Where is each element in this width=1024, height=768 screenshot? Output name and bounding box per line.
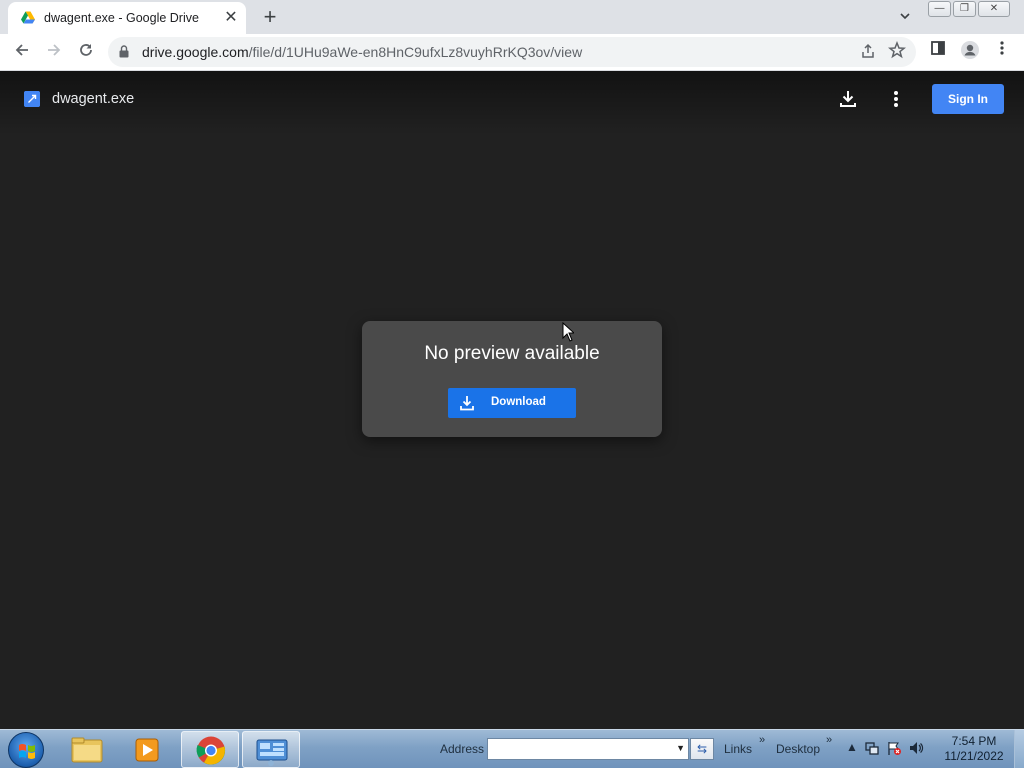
side-panel-icon[interactable] [926, 40, 950, 64]
minimize-button[interactable]: — [928, 1, 951, 17]
url-text: drive.google.com/file/d/1UHu9aWe-en8HnC9… [142, 44, 582, 60]
chrome-icon [196, 736, 226, 765]
volume-icon[interactable] [908, 740, 924, 756]
taskbar-address-label: Address [440, 742, 485, 756]
file-name: dwagent.exe [52, 91, 135, 107]
mouse-cursor-icon [562, 322, 574, 342]
download-icon [460, 396, 474, 411]
back-arrow-icon [15, 44, 28, 56]
new-tab-button[interactable]: + [258, 5, 282, 29]
address-bar[interactable]: drive.google.com/file/d/1UHu9aWe-en8HnC9… [108, 37, 916, 67]
action-center-flag-icon[interactable] [886, 740, 902, 756]
taskbar-address-input[interactable]: ▼ [487, 738, 689, 760]
bookmark-star-icon[interactable] [888, 41, 906, 59]
close-window-button[interactable]: ✕ [978, 1, 1010, 17]
show-hidden-icons-icon[interactable]: ▲ [846, 740, 858, 756]
tab-close-icon[interactable]: ✕ [222, 9, 240, 27]
no-preview-card: No preview available Download [362, 321, 662, 437]
control-panel-icon [256, 739, 288, 766]
reload-icon [80, 44, 92, 56]
network-icon[interactable] [864, 740, 880, 756]
start-button[interactable] [8, 732, 44, 768]
restore-button[interactable]: ❐ [953, 1, 976, 17]
clock-date: 11/21/2022 [944, 749, 1004, 763]
download-label: Download [491, 396, 546, 408]
back-button[interactable] [9, 39, 35, 65]
download-icon[interactable] [836, 87, 860, 111]
taskbar-clock[interactable]: 7:54 PM 11/21/2022 [940, 734, 1008, 764]
url-host: drive.google.com [142, 44, 249, 60]
tab-strip: dwagent.exe - Google Drive ✕ + — ❐ ✕ [0, 0, 1024, 34]
forward-arrow-icon [48, 44, 61, 56]
tab-search-chevron-icon[interactable] [894, 6, 916, 28]
windows-logo-icon [19, 744, 35, 759]
taskbar-media-player[interactable] [118, 731, 176, 768]
window-controls: — ❐ ✕ [928, 1, 1010, 17]
desktop-chevron-icon[interactable]: » [826, 734, 832, 746]
taskbar-explorer[interactable] [58, 731, 116, 768]
profile-avatar-icon[interactable] [958, 40, 982, 64]
browser-menu-icon[interactable] [990, 40, 1014, 64]
media-player-icon [135, 738, 159, 762]
drive-file-viewer: dwagent.exe Sign In No preview available… [0, 71, 1024, 729]
dropdown-arrow-icon[interactable]: ▼ [676, 743, 685, 753]
no-preview-message: No preview available [424, 343, 600, 364]
clock-time: 7:54 PM [951, 734, 997, 748]
browser-toolbar: drive.google.com/file/d/1UHu9aWe-en8HnC9… [0, 34, 1024, 71]
viewer-header: dwagent.exe Sign In [0, 71, 1024, 135]
taskbar-chrome[interactable] [181, 731, 239, 768]
windows-taskbar: Address ▼ ⇆ Links » Desktop » ▲ 7:54 PM … [0, 729, 1024, 768]
more-options-icon[interactable] [884, 87, 908, 111]
lock-icon [119, 45, 129, 58]
forward-button[interactable] [41, 39, 67, 65]
url-path: /file/d/1UHu9aWe-en8HnC9ufxLz8vuyhRrKQ3o… [248, 44, 583, 60]
system-tray: ▲ [846, 740, 924, 756]
share-icon[interactable] [860, 43, 876, 59]
taskbar-desktop-toolbar[interactable]: Desktop [776, 742, 820, 756]
browser-tab[interactable]: dwagent.exe - Google Drive ✕ [8, 2, 246, 34]
google-drive-icon [21, 11, 35, 24]
sign-in-button[interactable]: Sign In [932, 84, 1004, 114]
show-desktop-button[interactable] [1014, 730, 1024, 768]
links-chevron-icon[interactable]: » [759, 734, 765, 746]
file-type-icon [24, 91, 40, 107]
tab-title: dwagent.exe - Google Drive [44, 11, 199, 25]
taskbar-control-panel[interactable] [242, 731, 300, 768]
taskbar-links-toolbar[interactable]: Links [724, 742, 752, 756]
folder-icon [71, 737, 103, 763]
download-button[interactable]: Download [448, 388, 576, 418]
reload-button[interactable] [73, 39, 99, 65]
taskbar-go-button[interactable]: ⇆ [690, 738, 714, 760]
